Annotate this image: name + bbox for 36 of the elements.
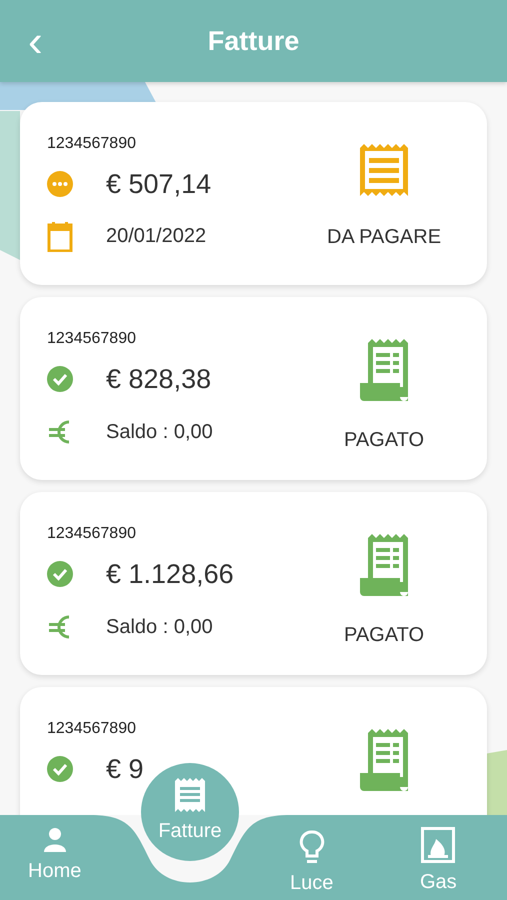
- invoice-number: 1234567890: [47, 134, 137, 154]
- invoice-amount: € 828,38: [106, 363, 212, 396]
- check-icon: [47, 561, 73, 588]
- invoice-amount: € 9: [106, 753, 144, 786]
- tab-button[interactable]: Gas: [420, 827, 457, 897]
- receipt-icon: [360, 144, 408, 198]
- invoice-number: 1234567890: [47, 719, 137, 739]
- status-label: PAGATO: [344, 428, 424, 453]
- invoice-amount: € 1.128,66: [106, 558, 234, 591]
- invoice-card[interactable]: 1234567890 € 828,38 Saldo : 0,00 PAGATO: [20, 297, 487, 480]
- calendar-icon: [47, 220, 73, 252]
- due-date: 20/01/2022: [106, 224, 206, 249]
- invoice-card[interactable]: 1234567890 € 9: [20, 687, 487, 815]
- receipt-icon: [360, 339, 408, 401]
- check-icon: [47, 756, 73, 782]
- status-label: DA PAGARE: [326, 225, 442, 250]
- balance-text: Saldo : 0,00: [106, 614, 213, 640]
- pending-icon: [47, 171, 73, 198]
- receipt-icon: [360, 534, 408, 596]
- status-label: PAGATO: [344, 623, 424, 648]
- receipt-icon: [175, 778, 205, 812]
- invoice-number: 1234567890: [47, 329, 137, 349]
- person-icon: [42, 827, 67, 852]
- balance-text: Saldo : 0,00: [106, 420, 213, 444]
- invoice-card[interactable]: 1234567890 € 1.128,66 Saldo : 0,00 PAGATO: [20, 492, 487, 675]
- invoice-number: 1234567890: [47, 524, 137, 544]
- light-bulb-icon: [298, 829, 325, 864]
- back-button[interactable]: ‹: [22, 20, 49, 64]
- flame-icon: [421, 827, 456, 863]
- tab-button[interactable]: Luce: [290, 829, 334, 898]
- invoice-amount: € 507,14: [106, 168, 212, 201]
- tab-button[interactable]: Home: [28, 827, 82, 886]
- check-icon: [47, 366, 73, 392]
- invoice-card[interactable]: 1234567890 € 507,14 20/01/2022 DA PAGARE: [20, 102, 487, 285]
- page-title: Fatture: [208, 24, 300, 58]
- receipt-icon: [360, 729, 408, 791]
